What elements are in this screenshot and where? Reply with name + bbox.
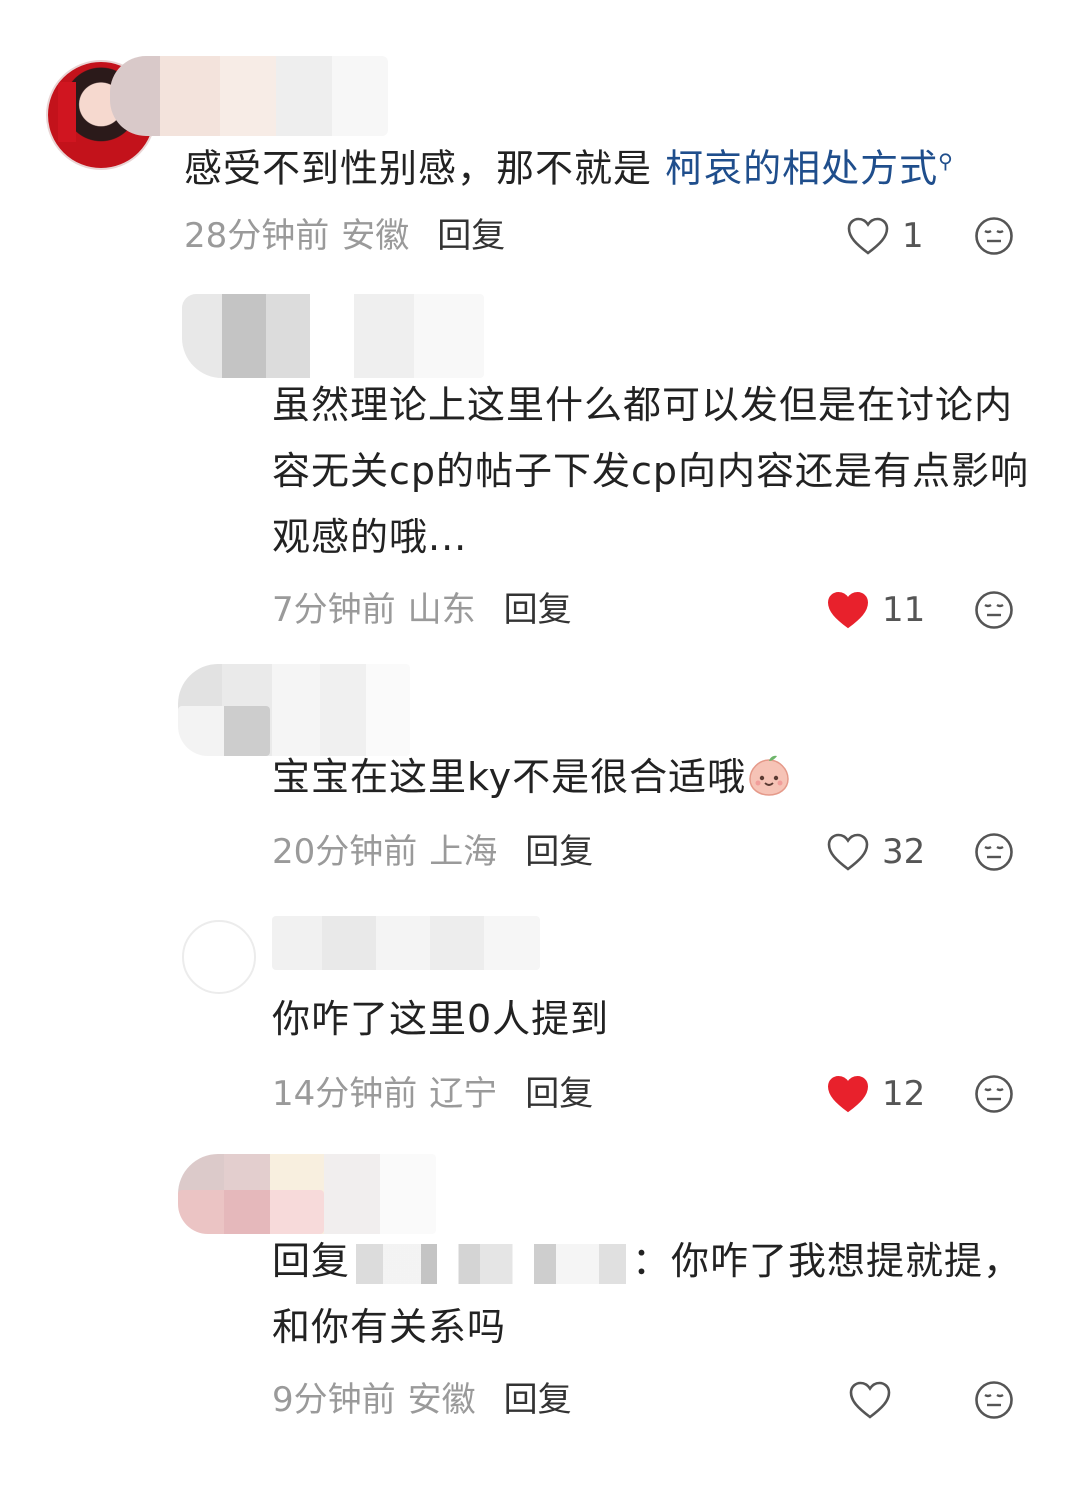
region: 山东 bbox=[407, 590, 476, 630]
like-count: 1 bbox=[902, 216, 924, 256]
timestamp: 9分钟前 bbox=[272, 1380, 396, 1420]
like-button[interactable]: 12 bbox=[826, 1072, 925, 1116]
meh-face-icon[interactable] bbox=[974, 1380, 1014, 1420]
comment-text: 你咋了这里0人提到 bbox=[272, 997, 610, 1041]
like-button[interactable]: 32 bbox=[826, 830, 925, 874]
comment-meta: 28分钟前 安徽 回复 bbox=[184, 214, 505, 258]
like-button[interactable] bbox=[848, 1378, 904, 1422]
comment-meta: 7分钟前 山东 回复 bbox=[272, 588, 572, 632]
comment-text: 回复 ：你咋了我想提就提，和你有关系吗 bbox=[272, 1228, 1042, 1360]
region: 安徽 bbox=[407, 1380, 476, 1420]
heart-icon bbox=[827, 1075, 869, 1113]
meh-face-icon[interactable] bbox=[974, 1074, 1014, 1114]
like-count: 11 bbox=[882, 590, 926, 630]
meh-face-icon[interactable] bbox=[974, 832, 1014, 872]
heart-icon bbox=[849, 1381, 891, 1419]
timestamp: 28分钟前 bbox=[184, 216, 330, 256]
reply-button[interactable]: 回复 bbox=[437, 216, 505, 256]
mentioned-user-redacted[interactable] bbox=[356, 1243, 627, 1284]
avatar[interactable] bbox=[178, 706, 270, 756]
heart-icon bbox=[827, 833, 869, 871]
avatar-decoration bbox=[58, 82, 76, 142]
comment-text: 感受不到性别感，那不就是 柯哀的相处方式⚲ bbox=[184, 128, 954, 202]
comment-text-plain: 宝宝在这里ky不是很合适哦 bbox=[272, 755, 747, 799]
username-redacted[interactable] bbox=[272, 916, 540, 970]
like-count: 12 bbox=[882, 1074, 926, 1114]
heart-icon bbox=[847, 217, 889, 255]
comment-meta: 9分钟前 安徽 回复 bbox=[272, 1378, 572, 1422]
reply-button[interactable]: 回复 bbox=[504, 1380, 572, 1420]
comment-meta: 20分钟前 上海 回复 bbox=[272, 830, 593, 874]
peach-emoji-icon bbox=[749, 755, 789, 796]
timestamp: 7分钟前 bbox=[272, 590, 396, 630]
like-button[interactable]: 1 bbox=[846, 214, 924, 258]
reply-button[interactable]: 回复 bbox=[504, 590, 572, 630]
username-redacted[interactable] bbox=[182, 294, 484, 378]
topic-link[interactable]: 柯哀的相处方式 bbox=[665, 147, 938, 191]
reply-button[interactable]: 回复 bbox=[525, 832, 593, 872]
search-icon: ⚲ bbox=[938, 149, 954, 173]
timestamp: 14分钟前 bbox=[272, 1074, 418, 1114]
comment-meta: 14分钟前 辽宁 回复 bbox=[272, 1072, 593, 1116]
meh-face-icon[interactable] bbox=[974, 590, 1014, 630]
comment-text: 宝宝在这里ky不是很合适哦 bbox=[272, 744, 792, 810]
reply-prefix: 回复 bbox=[272, 1239, 351, 1283]
region: 安徽 bbox=[341, 216, 410, 256]
like-button[interactable]: 11 bbox=[826, 588, 925, 632]
comment-text-plain: 感受不到性别感，那不就是 bbox=[184, 146, 666, 191]
reply-button[interactable]: 回复 bbox=[525, 1074, 593, 1114]
avatar[interactable] bbox=[182, 920, 256, 994]
meh-face-icon[interactable] bbox=[974, 216, 1014, 256]
username-redacted[interactable] bbox=[110, 56, 388, 136]
region: 辽宁 bbox=[429, 1074, 498, 1114]
timestamp: 20分钟前 bbox=[272, 832, 418, 872]
comment-text: 虽然理论上这里什么都可以发但是在讨论内容无关cp的帖子下发cp向内容还是有点影响… bbox=[272, 383, 1030, 559]
like-count: 32 bbox=[882, 832, 926, 872]
heart-icon bbox=[827, 591, 869, 629]
region: 上海 bbox=[429, 832, 498, 872]
